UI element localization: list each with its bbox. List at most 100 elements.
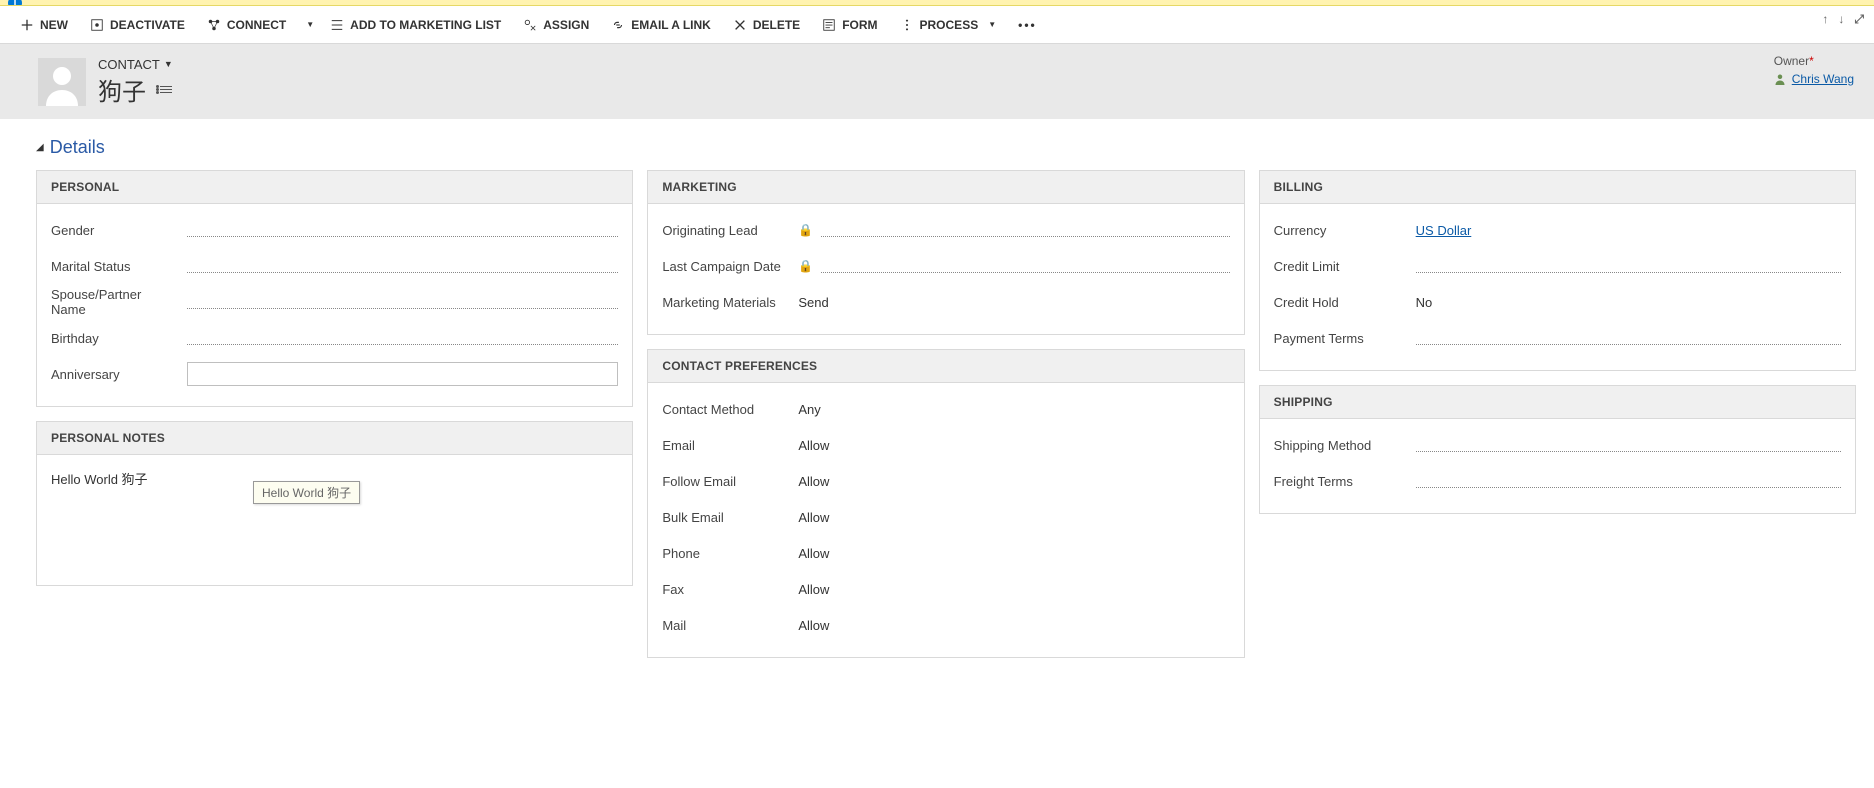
field-bulk-email[interactable]: Bulk Email Allow	[662, 499, 1229, 535]
caret-down-icon: ◢	[36, 142, 44, 153]
panel-contact-preferences: CONTACT PREFERENCES Contact Method Any E…	[647, 349, 1244, 658]
field-marital-status[interactable]: Marital Status	[51, 248, 618, 284]
chevron-down-icon: ▼	[302, 20, 314, 29]
panel-title: PERSONAL	[37, 171, 632, 204]
field-value: Any	[798, 402, 1229, 417]
plus-icon	[20, 18, 34, 32]
new-button[interactable]: NEW	[10, 12, 78, 38]
arrow-down-icon[interactable]: ↓	[1838, 12, 1844, 27]
panel-personal: PERSONAL Gender Marital Status Spouse/Pa…	[36, 170, 633, 407]
notes-text: Hello World 狗子	[51, 472, 148, 487]
section-toggle-details[interactable]: ◢ Details	[36, 137, 1856, 158]
panel-billing: BILLING Currency US Dollar Credit Limit …	[1259, 170, 1856, 371]
entity-selector[interactable]: CONTACT ▼	[98, 57, 173, 72]
form-label: FORM	[842, 18, 877, 32]
email-link-button[interactable]: EMAIL A LINK	[601, 12, 721, 38]
field-value-empty	[187, 259, 618, 273]
new-label: NEW	[40, 18, 68, 32]
field-fax[interactable]: Fax Allow	[662, 571, 1229, 607]
field-currency[interactable]: Currency US Dollar	[1274, 212, 1841, 248]
field-label: Anniversary	[51, 367, 177, 382]
add-marketing-label: ADD TO MARKETING LIST	[350, 18, 501, 32]
field-value: Allow	[798, 438, 1229, 453]
command-bar: NEW DEACTIVATE CONNECT ▼ ADD TO MARKETIN…	[0, 6, 1874, 44]
field-label: Freight Terms	[1274, 474, 1406, 489]
assign-icon	[523, 18, 537, 32]
connect-label: CONNECT	[227, 18, 286, 32]
field-label: Credit Limit	[1274, 259, 1406, 274]
field-label: Marketing Materials	[662, 295, 788, 310]
process-button[interactable]: PROCESS ▼	[890, 12, 1007, 38]
field-label: Follow Email	[662, 474, 788, 489]
record-header: CONTACT ▼ 狗子 Owner* Chris Wang	[0, 44, 1874, 119]
field-label: Last Campaign Date	[662, 259, 788, 274]
tooltip: Hello World 狗子	[253, 481, 360, 504]
field-value: No	[1416, 295, 1841, 310]
avatar	[38, 58, 86, 106]
delete-button[interactable]: DELETE	[723, 12, 810, 38]
panel-title: MARKETING	[648, 171, 1243, 204]
list-bullet-icon[interactable]	[160, 86, 172, 93]
field-credit-limit[interactable]: Credit Limit	[1274, 248, 1841, 284]
anniversary-input[interactable]	[187, 362, 618, 386]
field-anniversary[interactable]: Anniversary	[51, 356, 618, 392]
field-value: Allow	[798, 582, 1229, 597]
lock-icon: 🔒	[798, 259, 813, 273]
delete-label: DELETE	[753, 18, 800, 32]
field-value: Allow	[798, 618, 1229, 633]
field-label: Credit Hold	[1274, 295, 1406, 310]
add-marketing-button[interactable]: ADD TO MARKETING LIST	[320, 12, 511, 38]
owner-link[interactable]: Chris Wang	[1774, 72, 1854, 86]
expand-icon[interactable]: ⤢	[1854, 12, 1864, 27]
list-icon	[330, 18, 344, 32]
panel-marketing: MARKETING Originating Lead 🔒 Last Campai…	[647, 170, 1244, 335]
field-value: Allow	[798, 510, 1229, 525]
assign-label: ASSIGN	[543, 18, 589, 32]
field-value-empty	[187, 331, 618, 345]
field-marketing-materials[interactable]: Marketing Materials Send	[662, 284, 1229, 320]
panel-title: SHIPPING	[1260, 386, 1855, 419]
panel-personal-notes: PERSONAL NOTES Hello World 狗子 Hello Worl…	[36, 421, 633, 586]
lock-icon: 🔒	[798, 223, 813, 237]
field-label: Gender	[51, 223, 177, 238]
record-name: 狗子	[98, 72, 146, 107]
panel-shipping: SHIPPING Shipping Method Freight Terms	[1259, 385, 1856, 514]
connect-dropdown[interactable]: ▼	[298, 14, 318, 35]
chevron-down-icon: ▼	[164, 59, 173, 69]
field-follow-email[interactable]: Follow Email Allow	[662, 463, 1229, 499]
field-originating-lead: Originating Lead 🔒	[662, 212, 1229, 248]
field-credit-hold[interactable]: Credit Hold No	[1274, 284, 1841, 320]
form-button[interactable]: FORM	[812, 12, 887, 38]
field-freight-terms[interactable]: Freight Terms	[1274, 463, 1841, 499]
close-icon	[733, 18, 747, 32]
chevron-down-icon: ▼	[984, 20, 996, 29]
field-label: Mail	[662, 618, 788, 633]
deactivate-button[interactable]: DEACTIVATE	[80, 12, 195, 38]
field-value-empty	[187, 223, 618, 237]
field-spouse[interactable]: Spouse/Partner Name	[51, 284, 618, 320]
field-phone[interactable]: Phone Allow	[662, 535, 1229, 571]
ellipsis-icon: •••	[1018, 18, 1037, 32]
entity-label: CONTACT	[98, 57, 160, 72]
more-commands-button[interactable]: •••	[1008, 12, 1047, 38]
field-shipping-method[interactable]: Shipping Method	[1274, 427, 1841, 463]
field-gender[interactable]: Gender	[51, 212, 618, 248]
notes-area[interactable]: Hello World 狗子 Hello World 狗子	[37, 455, 632, 585]
field-label: Phone	[662, 546, 788, 561]
field-birthday[interactable]: Birthday	[51, 320, 618, 356]
field-label: Spouse/Partner Name	[51, 287, 177, 317]
field-value: Allow	[798, 474, 1229, 489]
currency-link[interactable]: US Dollar	[1416, 223, 1841, 238]
person-icon	[1774, 73, 1786, 85]
field-payment-terms[interactable]: Payment Terms	[1274, 320, 1841, 356]
arrow-up-icon[interactable]: ↑	[1822, 12, 1828, 27]
panel-title: BILLING	[1260, 171, 1855, 204]
field-email[interactable]: Email Allow	[662, 427, 1229, 463]
nav-arrows: ↑ ↓ ⤢	[1822, 12, 1864, 27]
field-contact-method[interactable]: Contact Method Any	[662, 391, 1229, 427]
email-link-label: EMAIL A LINK	[631, 18, 711, 32]
field-label: Email	[662, 438, 788, 453]
assign-button[interactable]: ASSIGN	[513, 12, 599, 38]
connect-button[interactable]: CONNECT	[197, 12, 296, 38]
field-mail[interactable]: Mail Allow	[662, 607, 1229, 643]
